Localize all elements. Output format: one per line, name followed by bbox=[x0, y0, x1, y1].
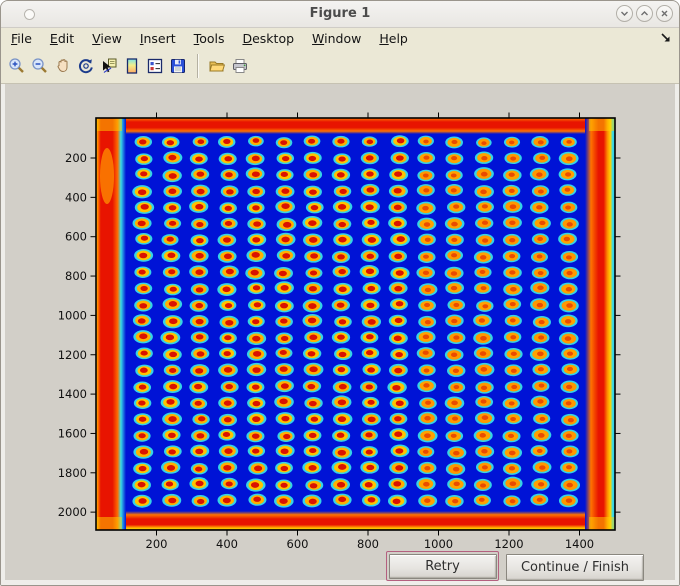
menu-view[interactable]: View bbox=[84, 29, 130, 48]
x-tick-label: 400 bbox=[216, 537, 238, 551]
plot-image[interactable]: 200 400 600 800 1000 1200 1400 200 400 600 800 1000… bbox=[1, 84, 680, 585]
y-tick-label: 1400 bbox=[58, 387, 87, 401]
close-icon bbox=[661, 10, 668, 17]
pan-hand-icon bbox=[56, 59, 67, 73]
minimize-button[interactable] bbox=[616, 5, 633, 22]
chevron-down-icon bbox=[621, 11, 628, 16]
y-tick-label: 400 bbox=[65, 190, 87, 204]
chevron-up-icon bbox=[641, 11, 648, 16]
menu-help[interactable]: Help bbox=[371, 29, 416, 48]
x-tick-label: 1400 bbox=[565, 537, 594, 551]
toolbar-separator bbox=[197, 54, 199, 78]
x-tick-label: 600 bbox=[287, 537, 309, 551]
y-tick-label: 1000 bbox=[58, 308, 87, 322]
continue-finish-button[interactable]: Continue / Finish bbox=[506, 554, 644, 581]
y-tick-label: 2000 bbox=[58, 505, 87, 519]
y-tick-label: 600 bbox=[65, 230, 87, 244]
window-frame-left bbox=[1, 84, 5, 585]
data-cursor-icon bbox=[102, 58, 116, 73]
maximize-button[interactable] bbox=[636, 5, 653, 22]
plate-image[interactable] bbox=[96, 118, 615, 530]
rotate-3d-icon bbox=[78, 59, 93, 74]
titlebar[interactable]: Figure 1 bbox=[1, 1, 679, 28]
window-title: Figure 1 bbox=[309, 6, 371, 21]
x-tick-label: 1000 bbox=[424, 537, 453, 551]
window-frame-right bbox=[675, 84, 679, 585]
zoom-out-button[interactable] bbox=[29, 55, 50, 77]
open-file-button[interactable] bbox=[206, 55, 227, 77]
insert-legend-button[interactable] bbox=[144, 55, 165, 77]
insert-colorbar-button[interactable] bbox=[121, 55, 142, 77]
print-button[interactable] bbox=[229, 55, 250, 77]
menu-file[interactable]: File bbox=[3, 29, 40, 48]
menu-insert[interactable]: Insert bbox=[132, 29, 184, 48]
menu-edit[interactable]: Edit bbox=[42, 29, 82, 48]
figure-toolbar bbox=[1, 49, 679, 84]
printer-icon bbox=[232, 59, 247, 73]
y-tick-label: 1200 bbox=[58, 348, 87, 362]
retry-button[interactable]: Retry bbox=[388, 553, 497, 579]
save-floppy-icon bbox=[170, 59, 185, 73]
menubar-overflow-icon[interactable] bbox=[660, 32, 672, 44]
y-tick-label: 200 bbox=[65, 151, 87, 165]
open-folder-icon bbox=[208, 61, 225, 72]
legend-icon bbox=[147, 58, 162, 74]
close-button[interactable] bbox=[656, 5, 673, 22]
y-tick-label: 800 bbox=[65, 269, 87, 283]
x-tick-label: 800 bbox=[357, 537, 379, 551]
rotate-3d-button[interactable] bbox=[75, 55, 96, 77]
save-button[interactable] bbox=[167, 55, 188, 77]
zoom-in-icon bbox=[8, 58, 24, 73]
zoom-in-button[interactable] bbox=[6, 55, 27, 77]
figure-canvas: 200 400 600 800 1000 1200 1400 200 400 600 800 1000… bbox=[1, 84, 679, 585]
retry-focus-ring: Retry bbox=[386, 551, 499, 581]
menubar: File Edit View Insert Tools Desktop Wind… bbox=[1, 28, 679, 49]
data-cursor-button[interactable] bbox=[98, 55, 119, 77]
menu-tools[interactable]: Tools bbox=[186, 29, 233, 48]
pan-button[interactable] bbox=[52, 55, 73, 77]
figure-window: Figure 1 File Edit View Insert Tools Des… bbox=[0, 0, 680, 586]
x-tick-label: 1200 bbox=[494, 537, 523, 551]
y-tick-label: 1800 bbox=[58, 466, 87, 480]
y-tick-label: 1600 bbox=[58, 426, 87, 440]
menu-window[interactable]: Window bbox=[304, 29, 369, 48]
x-tick-label: 200 bbox=[146, 537, 168, 551]
menu-desktop[interactable]: Desktop bbox=[234, 29, 302, 48]
zoom-out-icon bbox=[31, 58, 47, 73]
colorbar-icon bbox=[126, 58, 137, 74]
